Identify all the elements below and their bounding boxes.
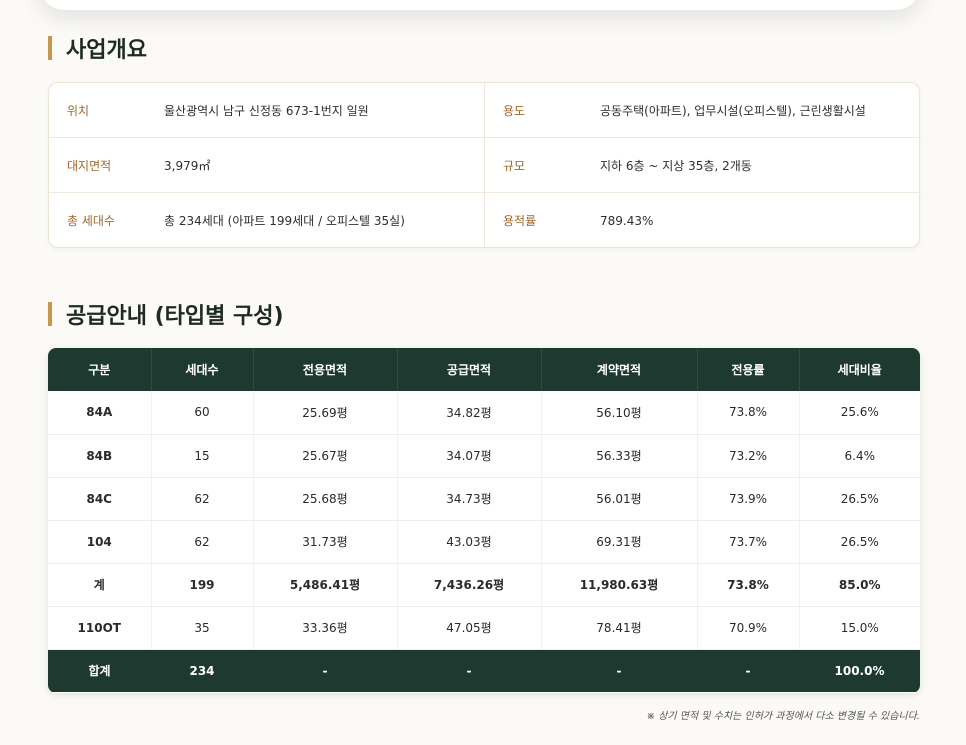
table-cell: 11,980.63평 <box>541 563 698 607</box>
table-cell: 110OT <box>48 606 152 650</box>
overview-value: 공동주택(아파트), 업무시설(오피스텔), 근린생활시설 <box>600 103 866 118</box>
table-cell: 73.2% <box>697 434 800 478</box>
overview-cell: 용도 공동주택(아파트), 업무시설(오피스텔), 근린생활시설 <box>485 83 921 138</box>
table-cell: 85.0% <box>799 563 920 607</box>
header-cell: 계약면적 <box>541 348 698 391</box>
disclaimer-note: ※ 상기 면적 및 수치는 인허가 과정에서 다소 변경될 수 있습니다. <box>646 711 920 722</box>
header-cell: 세대수 <box>151 348 254 391</box>
overview-cell: 총 세대수 총 234세대 (아파트 199세대 / 오피스텔 35실) <box>49 193 485 248</box>
table-cell: 35 <box>151 606 254 650</box>
overview-section-title: 사업개요 <box>48 32 147 64</box>
table-cell: - <box>253 649 397 692</box>
table-row: 84B 15 25.67평 34.07평 56.33평 73.2% 6.4% <box>48 434 920 478</box>
table-cell: 56.33평 <box>541 434 698 478</box>
overview-value: 789.43% <box>600 213 654 228</box>
table-row: 84A 60 25.69평 34.82평 56.10평 73.8% 25.6% <box>48 391 920 435</box>
table-cell: 34.82평 <box>397 391 542 435</box>
table-cell: 47.05평 <box>397 606 542 650</box>
table-cell: 43.03평 <box>397 520 542 564</box>
table-cell: 5,486.41평 <box>253 563 398 607</box>
overview-label: 총 세대수 <box>67 214 115 228</box>
table-row: 84C 62 25.68평 34.73평 56.01평 73.9% 26.5% <box>48 477 920 521</box>
table-cell: 26.5% <box>799 520 920 564</box>
header-cell: 전용면적 <box>253 348 398 391</box>
table-cell: 70.9% <box>697 606 800 650</box>
overview-cell: 규모 지하 6층 ~ 지상 35층, 2개동 <box>485 138 921 193</box>
title-accent-bar <box>48 302 52 326</box>
total-row: 합계 234 - - - - 100.0% <box>48 649 920 692</box>
table-cell: 84C <box>48 477 152 521</box>
overview-cell: 용적률 789.43% <box>485 193 921 248</box>
table-cell: 73.8% <box>697 391 800 435</box>
overview-value: 3,979㎡ <box>164 158 211 173</box>
table-cell: 34.73평 <box>397 477 542 521</box>
table-cell: 100.0% <box>799 649 920 692</box>
table-cell: 7,436.26평 <box>397 563 542 607</box>
table-cell: - <box>541 649 697 692</box>
table-cell: 25.68평 <box>253 477 398 521</box>
overview-label: 대지면적 <box>67 158 112 173</box>
overview-cell: 위치 울산광역시 남구 신정동 673-1번지 일원 <box>49 83 485 138</box>
table-cell: 84A <box>48 391 152 435</box>
table-cell: 26.5% <box>799 477 920 521</box>
supply-table: 구분 세대수 전용면적 공급면적 계약면적 전용률 세대비율 84A 60 25… <box>48 348 920 693</box>
supply-section-title: 공급안내 (타입별 구성) <box>48 298 284 330</box>
table-cell: 25.67평 <box>253 434 398 478</box>
table-cell: 25.6% <box>799 391 920 435</box>
table-cell: 234 <box>151 649 253 692</box>
table-cell: 33.36평 <box>253 606 398 650</box>
table-cell: 73.9% <box>697 477 800 521</box>
header-cell: 구분 <box>48 348 152 391</box>
table-cell: 31.73평 <box>253 520 398 564</box>
table-cell: 합계 <box>48 649 151 692</box>
overview-value: 총 234세대 (아파트 199세대 / 오피스텔 35실) <box>164 214 405 228</box>
overview-label: 용도 <box>503 103 526 118</box>
table-cell: 60 <box>151 391 254 435</box>
table-cell: 73.7% <box>697 520 800 564</box>
overview-value: 울산광역시 남구 신정동 673-1번지 일원 <box>164 103 369 118</box>
table-cell: 6.4% <box>799 434 920 478</box>
table-cell: 199 <box>151 563 254 607</box>
header-cell: 전용률 <box>697 348 800 391</box>
table-cell: - <box>397 649 541 692</box>
supply-header-row: 구분 세대수 전용면적 공급면적 계약면적 전용률 세대비율 <box>48 348 920 391</box>
header-cell: 세대비율 <box>799 348 920 391</box>
subtotal-row: 계 199 5,486.41평 7,436.26평 11,980.63평 73.… <box>48 563 920 607</box>
table-cell: 62 <box>151 520 254 564</box>
table-cell: 34.07평 <box>397 434 542 478</box>
table-row: 104 62 31.73평 43.03평 69.31평 73.7% 26.5% <box>48 520 920 564</box>
overview-label: 위치 <box>67 103 90 118</box>
overview-table: 위치 울산광역시 남구 신정동 673-1번지 일원 용도 공동주택(아파트),… <box>48 82 921 248</box>
table-cell: - <box>697 649 799 692</box>
table-cell: 73.8% <box>697 563 800 607</box>
overview-cell: 대지면적 3,979㎡ <box>49 138 485 193</box>
table-cell: 56.10평 <box>541 391 698 435</box>
table-cell: 25.69평 <box>253 391 398 435</box>
title-accent-bar <box>48 36 52 60</box>
table-row: 110OT 35 33.36평 47.05평 78.41평 70.9% 15.0… <box>48 606 920 650</box>
overview-value: 지하 6층 ~ 지상 35층, 2개동 <box>600 158 752 173</box>
table-cell: 84B <box>48 434 152 478</box>
header-cell: 공급면적 <box>397 348 542 391</box>
table-cell: 15.0% <box>799 606 920 650</box>
table-cell: 15 <box>151 434 254 478</box>
table-cell: 78.41평 <box>541 606 698 650</box>
overview-title: 사업개요 <box>66 38 147 63</box>
table-cell: 104 <box>48 520 152 564</box>
table-cell: 56.01평 <box>541 477 698 521</box>
table-cell: 69.31평 <box>541 520 698 564</box>
overview-label: 용적률 <box>503 214 537 228</box>
table-cell: 62 <box>151 477 254 521</box>
supply-title: 공급안내 (타입별 구성) <box>66 304 284 329</box>
overview-label: 규모 <box>503 158 526 173</box>
table-cell: 계 <box>48 563 152 607</box>
top-card-edge <box>40 0 920 10</box>
